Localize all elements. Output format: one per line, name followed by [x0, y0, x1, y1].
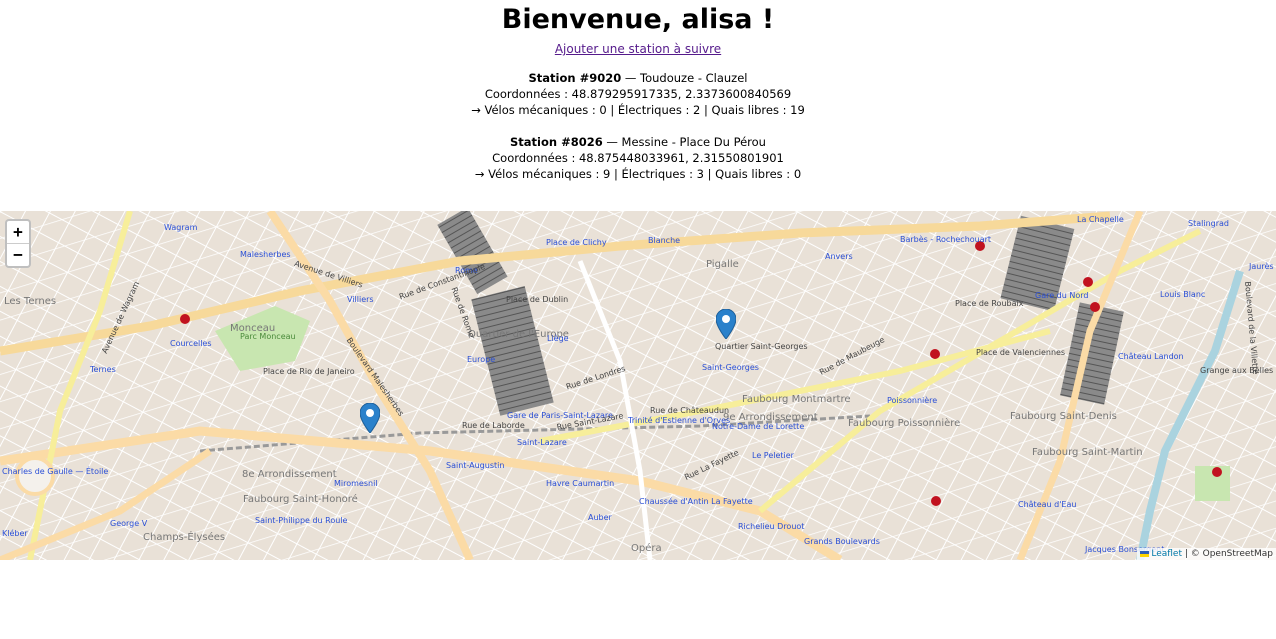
map-label: Château Landon: [1118, 352, 1184, 361]
osm-attribution: | © OpenStreetMap: [1182, 549, 1273, 559]
station-title: Station #8026: [510, 135, 603, 149]
map-label: Saint-Augustin: [446, 461, 505, 470]
map-label: Faubourg Saint-Martin: [1032, 447, 1143, 458]
station-availability: → Vélos mécaniques : 0 | Électriques : 2…: [471, 103, 805, 117]
hospital-icon: [1090, 302, 1100, 312]
station-list: Station #9020 — Toudouze - Clauzel Coord…: [0, 70, 1276, 182]
map-label: Notre-Dame de Lorette: [712, 422, 805, 431]
map-label: Champs-Élysées: [143, 532, 226, 543]
map-label: Place de Clichy: [546, 238, 607, 247]
map-label: Château d'Eau: [1018, 500, 1077, 509]
station-marker[interactable]: [716, 309, 736, 339]
map-label: La Chapelle: [1077, 215, 1124, 224]
map-label: Faubourg Saint-Denis: [1010, 411, 1117, 422]
map-label: Blanche: [648, 236, 681, 245]
leaflet-link[interactable]: Leaflet: [1151, 549, 1182, 559]
map-label: Havre Caumartin: [546, 479, 615, 488]
page-header: Bienvenue, alisa ! Ajouter une station à…: [0, 0, 1276, 57]
map-roundabout: [15, 456, 55, 496]
map-label: Grange aux Belles: [1200, 366, 1274, 375]
map-container[interactable]: + − Wagram Malesherbes Rome Place de Cli…: [0, 211, 1276, 560]
map-label: Liège: [547, 334, 569, 343]
station-title: Station #9020: [528, 71, 622, 85]
map-label: Villiers: [347, 295, 374, 304]
hospital-icon: [1083, 277, 1093, 287]
station-item: Station #9020 — Toudouze - Clauzel Coord…: [0, 70, 1276, 118]
map-label: Ternes: [90, 365, 116, 374]
map-label: Opéra: [631, 543, 662, 554]
map-label: Kléber: [2, 529, 28, 538]
map-label: Poissonnière: [887, 396, 938, 405]
map-label: Chaussée d'Antin La Fayette: [639, 497, 753, 506]
ukraine-flag-icon: [1140, 550, 1150, 557]
station-availability: → Vélos mécaniques : 9 | Électriques : 3…: [474, 167, 802, 181]
map-label: Place de Dublin: [506, 295, 569, 304]
station-heading: Station #8026 — Messine - Place Du Pérou: [0, 134, 1276, 150]
map-label: Barbès - Rochechouart: [900, 235, 992, 244]
map-label: Saint-Georges: [702, 363, 759, 372]
hospital-icon: [931, 496, 941, 506]
add-station-link[interactable]: Ajouter une station à suivre: [555, 42, 721, 56]
map-label: Gare du Nord: [1035, 291, 1089, 300]
map-label: Anvers: [825, 252, 853, 261]
map-label: Les Ternes: [4, 296, 57, 307]
zoom-in-button[interactable]: +: [7, 221, 29, 243]
map-label: Jaurès: [1249, 262, 1274, 271]
map-label: 8e Arrondissement: [242, 469, 337, 480]
map-label: Stalingrad: [1188, 219, 1229, 228]
hospital-icon: [930, 349, 940, 359]
map-attribution: Leaflet | © OpenStreetMap: [1137, 548, 1276, 560]
map-tiles: [0, 211, 1276, 560]
map-label: Faubourg Poissonnière: [848, 418, 961, 429]
hospital-icon: [1212, 467, 1222, 477]
map-label: Place de Roubaix: [955, 299, 1024, 308]
station-marker[interactable]: [360, 403, 380, 433]
map-label: Louis Blanc: [1160, 290, 1206, 299]
station-name: — Toudouze - Clauzel: [621, 71, 748, 85]
map-label: Miromesnil: [334, 479, 378, 488]
map-label: Wagram: [164, 223, 198, 232]
map-label: Grands Boulevards: [804, 537, 880, 546]
map-label: Saint-Lazare: [517, 438, 567, 447]
station-name: — Messine - Place Du Pérou: [602, 135, 766, 149]
map-label: Le Peletier: [752, 451, 794, 460]
zoom-control: + −: [5, 219, 31, 268]
map-label: Faubourg Saint-Honoré: [243, 494, 358, 505]
map-label: Faubourg Montmartre: [742, 394, 851, 405]
map-label: Parc Monceau: [240, 332, 296, 341]
map-label: Europe: [467, 355, 496, 364]
station-heading: Station #9020 — Toudouze - Clauzel: [0, 70, 1276, 86]
map-label: George V: [110, 519, 148, 528]
map-label: Richelieu Drouot: [738, 522, 805, 531]
map-label: Rue de Laborde: [462, 421, 525, 430]
zoom-out-button[interactable]: −: [7, 243, 29, 266]
map-label: Place de Rio de Janeiro: [263, 367, 355, 376]
station-coordinates: Coordonnées : 48.879295917335, 2.3373600…: [484, 87, 792, 101]
map-label: Quartier Saint-Georges: [715, 342, 808, 351]
hospital-icon: [180, 314, 190, 324]
map-label: Rue de Châteaudun: [650, 406, 730, 415]
map-label: Saint-Philippe du Roule: [255, 516, 348, 525]
station-item: Station #8026 — Messine - Place Du Pérou…: [0, 134, 1276, 182]
map-label: Courcelles: [170, 339, 212, 348]
map-label: Place de Valenciennes: [976, 348, 1066, 357]
map-label: Malesherbes: [240, 250, 291, 259]
map-label: Pigalle: [706, 259, 739, 270]
page-title: Bienvenue, alisa !: [501, 4, 775, 35]
map-label: Charles de Gaulle — Étoile: [2, 467, 109, 476]
map-label: Auber: [588, 513, 612, 522]
station-coordinates: Coordonnées : 48.875448033961, 2.3155080…: [492, 151, 784, 165]
